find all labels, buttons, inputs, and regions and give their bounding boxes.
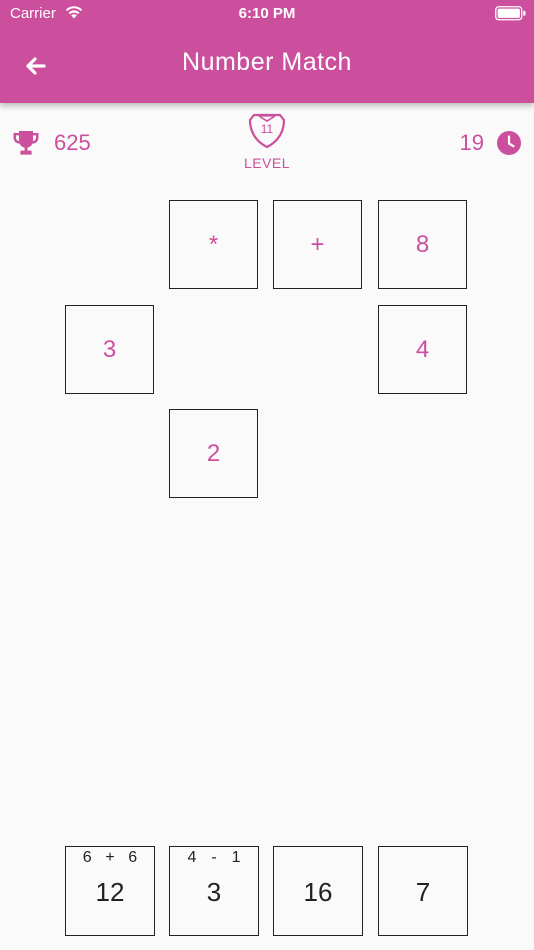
level-number: 11 — [260, 122, 274, 136]
status-bar: Carrier 6:10 PM — [0, 0, 534, 28]
tile-expr-operand: 4 — [187, 849, 197, 866]
board-cell-operator-multiply[interactable]: * — [169, 200, 258, 289]
tile-value: 3 — [206, 877, 222, 907]
tile-expr-operand: 1 — [231, 849, 241, 866]
tile-expr-operator: + — [105, 849, 115, 866]
level-indicator: 11 LEVEL — [217, 112, 317, 171]
level-label: LEVEL — [243, 155, 291, 171]
board-cell-number[interactable]: 8 — [378, 200, 467, 289]
tile-value: 7 — [415, 877, 431, 907]
battery-icon — [495, 6, 526, 21]
answer-tile[interactable]: 7 — [378, 846, 468, 936]
tile-expression: 4 - 1 — [170, 849, 258, 867]
status-time: 6:10 PM — [238, 5, 296, 22]
answer-tile[interactable]: 6 + 6 12 — [65, 846, 155, 936]
board-cell-operator-plus[interactable]: + — [273, 200, 362, 289]
score-value: 625 — [54, 130, 91, 155]
timer-display: 19 — [460, 128, 522, 158]
tile-expr-operand: 6 — [82, 849, 92, 866]
score-display: 625 — [12, 128, 91, 158]
board-cell-number[interactable]: 2 — [169, 409, 258, 498]
clock-icon — [497, 131, 521, 155]
tile-value: 16 — [303, 877, 333, 907]
trophy-icon — [13, 131, 39, 155]
board-cell-number[interactable]: 4 — [378, 305, 467, 394]
timer-value: 19 — [459, 130, 484, 155]
tile-value: 12 — [95, 877, 125, 907]
tile-expr-operand: 6 — [128, 849, 138, 866]
tile-expression: 6 + 6 — [66, 849, 154, 867]
board-cell-number[interactable]: 3 — [65, 305, 154, 394]
level-badge: 11 — [248, 112, 286, 150]
answer-tile[interactable]: 16 — [273, 846, 363, 936]
answer-tile[interactable]: 4 - 1 3 — [169, 846, 259, 936]
app-bar: Carrier 6:10 PM Number Match — [0, 0, 534, 103]
tile-expr-operator: - — [211, 849, 217, 866]
page-title: Number Match — [182, 48, 352, 76]
